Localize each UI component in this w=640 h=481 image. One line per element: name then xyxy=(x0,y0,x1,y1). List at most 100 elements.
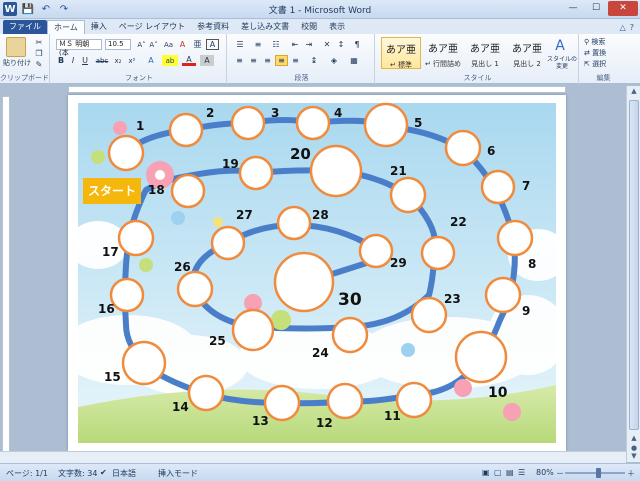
find-label: 検索 xyxy=(591,38,606,46)
style-no-spacing[interactable]: あア亜 ↵ 行間詰め xyxy=(423,37,463,69)
window-title: 文書 1 - Microsoft Word xyxy=(268,6,372,16)
zoom-slider[interactable] xyxy=(565,472,625,474)
board-space xyxy=(309,144,363,198)
tab-mailings[interactable]: 差し込み文書 xyxy=(235,20,295,34)
horizontal-ruler[interactable] xyxy=(68,86,566,93)
board-space xyxy=(363,102,409,148)
tab-insert[interactable]: 挿入 xyxy=(85,20,113,34)
web-layout-icon[interactable]: ▤ xyxy=(506,468,514,477)
language[interactable]: 日本語 xyxy=(112,468,136,479)
format-painter-icon[interactable]: ✎ xyxy=(34,60,44,69)
zoom-slider-thumb[interactable] xyxy=(596,468,601,478)
replace-button[interactable]: ⇄ 置換 xyxy=(584,48,622,58)
replace-label: 置換 xyxy=(592,49,607,57)
font-size-combo[interactable]: 10.5 xyxy=(105,39,131,50)
zoom-out-button[interactable]: － xyxy=(556,468,564,479)
board-space xyxy=(395,381,433,419)
shrink-font-button[interactable]: A˅ xyxy=(148,39,159,50)
close-button[interactable]: ✕ xyxy=(608,1,638,16)
insert-mode[interactable]: 挿入モード xyxy=(158,468,198,479)
distributed-icon[interactable]: ≡ xyxy=(289,55,302,66)
increase-indent-icon[interactable]: ⇥ xyxy=(303,39,315,50)
font-color-button[interactable]: A xyxy=(182,55,196,66)
tab-review[interactable]: 校閲 xyxy=(295,20,323,34)
tab-home[interactable]: ホーム xyxy=(47,20,85,34)
tab-page-layout[interactable]: ページ レイアウト xyxy=(113,20,191,34)
cut-icon[interactable]: ✂ xyxy=(34,38,44,47)
decrease-indent-icon[interactable]: ⇤ xyxy=(289,39,301,50)
subscript-button[interactable]: x₂ xyxy=(112,55,124,66)
style-heading-1[interactable]: あア亜 見出し 1 xyxy=(465,37,505,69)
zoom-in-button[interactable]: ＋ xyxy=(627,468,635,479)
change-case-button[interactable]: Aa xyxy=(162,39,175,50)
board-number: 7 xyxy=(522,179,530,193)
copy-icon[interactable]: ❐ xyxy=(34,49,44,58)
change-styles-icon[interactable]: A xyxy=(549,38,571,54)
align-left-icon[interactable]: ≡ xyxy=(233,55,246,66)
scroll-up-icon[interactable]: ▲ xyxy=(629,87,639,97)
multilevel-list-icon[interactable]: ☷ xyxy=(269,39,283,50)
show-marks-icon[interactable]: ¶ xyxy=(351,39,363,50)
proofing-icon[interactable]: ✔ xyxy=(100,468,107,477)
board-number: 25 xyxy=(209,334,226,348)
vertical-ruler[interactable] xyxy=(2,96,10,456)
superscript-button[interactable]: x² xyxy=(126,55,138,66)
print-layout-icon[interactable]: ▣ xyxy=(482,468,490,477)
page-count[interactable]: ページ: 1/1 xyxy=(6,468,48,479)
align-right-icon[interactable]: ≡ xyxy=(261,55,274,66)
board-space xyxy=(295,105,331,141)
find-button[interactable]: ⚲ 検索 xyxy=(584,37,622,47)
strikethrough-button[interactable]: abc xyxy=(94,55,110,66)
board-space xyxy=(238,155,274,191)
word-count[interactable]: 文字数: 34 xyxy=(58,468,97,479)
phonetic-guide-button[interactable]: 亜 xyxy=(191,39,204,50)
scroll-thumb[interactable] xyxy=(629,100,639,430)
help-icon[interactable]: ? xyxy=(630,23,634,32)
outline-icon[interactable]: ☰ xyxy=(518,468,525,477)
prev-page-icon[interactable]: ▲ xyxy=(629,434,639,444)
italic-button[interactable]: I xyxy=(68,55,78,66)
style-heading-2[interactable]: あア亜 見出し 2 xyxy=(507,37,547,69)
board-number: 26 xyxy=(174,260,191,274)
replace-icon: ⇄ xyxy=(584,49,590,57)
tab-view[interactable]: 表示 xyxy=(323,20,351,34)
style-name: ↵ 行間詰め xyxy=(424,60,462,68)
board-number: 12 xyxy=(316,416,333,430)
tab-references[interactable]: 参考資料 xyxy=(191,20,235,34)
align-center-icon[interactable]: ≡ xyxy=(247,55,260,66)
highlight-button[interactable]: ab xyxy=(162,55,178,66)
line-spacing-icon[interactable]: ↨ xyxy=(307,55,321,66)
zoom-level[interactable]: 80% xyxy=(536,468,554,477)
char-shading-icon[interactable]: A xyxy=(200,55,214,66)
change-styles-button[interactable]: スタイルの変更 xyxy=(547,56,577,70)
vertical-scrollbar[interactable]: ▲ ▲ ● ▼ xyxy=(626,86,640,462)
sort-icon[interactable]: ↕ xyxy=(335,39,347,50)
bullets-icon[interactable]: ☰ xyxy=(233,39,247,50)
next-page-icon[interactable]: ▼ xyxy=(629,452,639,462)
maximize-button[interactable]: ☐ xyxy=(585,1,607,16)
paste-button[interactable]: 貼り付け xyxy=(2,58,32,68)
text-effect-icon[interactable]: A xyxy=(144,55,158,66)
underline-button[interactable]: U xyxy=(80,55,90,66)
horizontal-scrollbar[interactable] xyxy=(0,451,626,463)
minimize-button[interactable]: — xyxy=(562,1,584,16)
font-name-combo[interactable]: ＭＳ 明朝 (本 xyxy=(56,39,102,57)
bold-button[interactable]: B xyxy=(56,55,66,66)
asian-layout-icon[interactable]: ✕ xyxy=(321,39,333,50)
justify-icon[interactable]: ≡ xyxy=(275,55,288,66)
minimize-ribbon-icon[interactable]: △ xyxy=(620,23,626,32)
numbering-icon[interactable]: ≡ xyxy=(251,39,265,50)
shading-icon[interactable]: ◈ xyxy=(327,55,341,66)
style-normal[interactable]: あア亜 ↵ 標準 xyxy=(381,37,421,69)
char-border-button[interactable]: A xyxy=(206,39,219,50)
board-number: 28 xyxy=(312,208,329,222)
document-page[interactable]: 1 2 3 4 5 6 7 8 9 10 11 12 13 14 15 16 17 18 19 20 21 22 23 24 2… xyxy=(68,95,566,451)
tab-file[interactable]: ファイル xyxy=(3,20,47,34)
full-screen-icon[interactable]: ▢ xyxy=(494,468,502,477)
grow-font-button[interactable]: A˄ xyxy=(136,39,147,50)
select-button[interactable]: ⇱ 選択 xyxy=(584,59,622,69)
clear-format-button[interactable]: A xyxy=(177,39,188,50)
board-space xyxy=(107,134,145,172)
board-number: 30 xyxy=(338,290,362,310)
borders-icon[interactable]: ▦ xyxy=(347,55,361,66)
